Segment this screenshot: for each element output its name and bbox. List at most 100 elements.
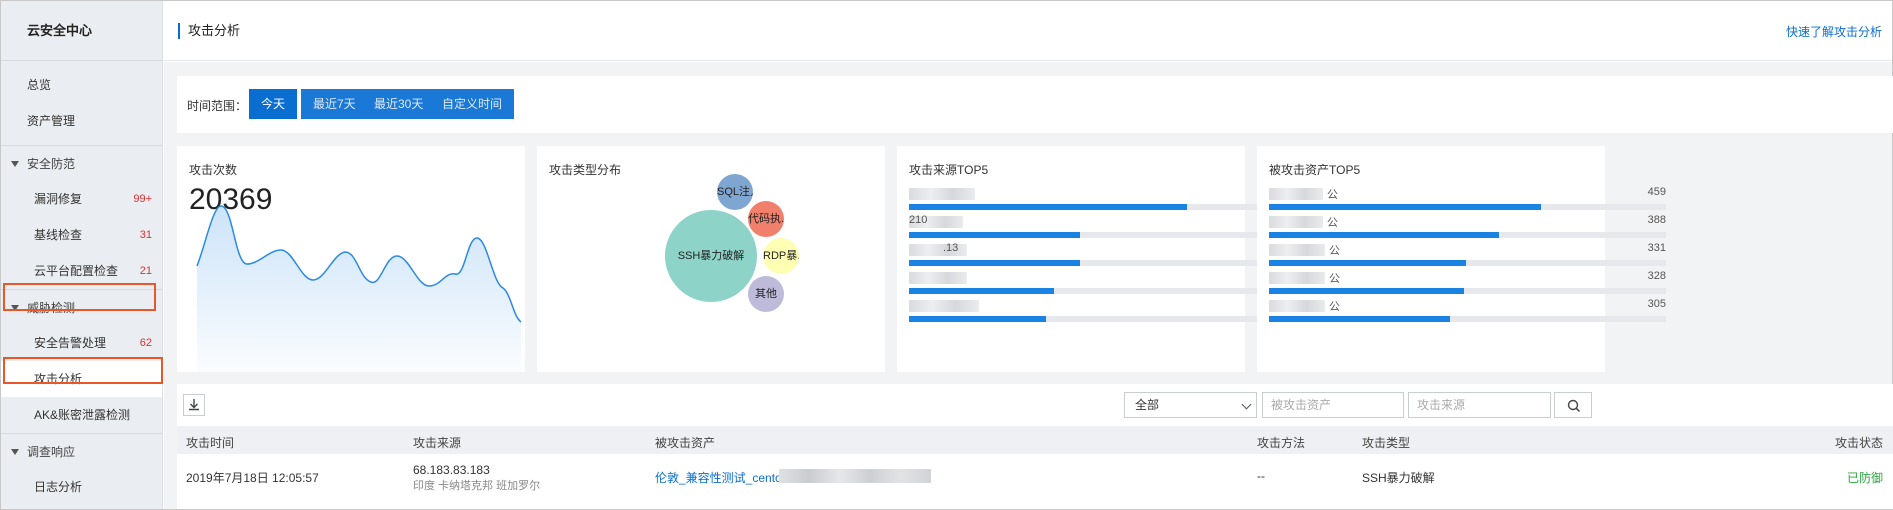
- download-button[interactable]: [183, 394, 205, 416]
- time-option-today[interactable]: 今天: [249, 89, 298, 119]
- row-suffix: 公: [1329, 301, 1340, 313]
- time-range-panel: 时间范围： 今天 最近7天 最近30天 自定义时间: [177, 76, 1893, 133]
- sidebar-group-security-prevention[interactable]: 安全防范: [1, 145, 162, 181]
- bar-track: [1269, 260, 1666, 266]
- top5-row[interactable]: .13218: [909, 242, 1306, 272]
- card-title: 被攻击资产TOP5: [1269, 163, 1361, 177]
- bar-fill: [1269, 232, 1500, 238]
- bar-track: [1269, 316, 1666, 322]
- search-button[interactable]: [1554, 392, 1592, 418]
- attacked-asset-top5-card: 被攻击资产TOP5 公 459 公 388 公 331 公 328 公 305: [1257, 146, 1666, 372]
- sidebar-group-label: 调查响应: [27, 445, 76, 459]
- attack-type-select[interactable]: 全部: [1124, 392, 1257, 418]
- top5-row[interactable]: 362: [909, 186, 1306, 216]
- time-option-7days[interactable]: 最近7天: [301, 89, 368, 119]
- column-header-method: 攻击方法: [1257, 436, 1306, 450]
- bar-fill: [909, 204, 1187, 210]
- column-header-asset: 被攻击资产: [655, 436, 716, 450]
- bar-fill: [1269, 204, 1541, 210]
- sidebar-item-ak-leak-detection[interactable]: AK&账密泄露检测: [1, 397, 162, 433]
- sidebar-item-label: 漏洞修复: [34, 192, 83, 206]
- row-suffix: 公: [1329, 273, 1340, 285]
- bar-track: [909, 260, 1306, 266]
- caret-down-icon: [11, 449, 19, 455]
- sidebar-item-label: 基线检查: [34, 228, 83, 242]
- cell-source-location: 印度 卡纳塔克邦 班加罗尔: [413, 480, 541, 492]
- top5-row[interactable]: 186: [909, 270, 1306, 300]
- sparkline-area: [197, 206, 521, 372]
- cell-status: 已防御: [1846, 471, 1883, 485]
- sidebar-item-asset-management[interactable]: 资产管理: [1, 103, 162, 139]
- cell-time: 2019年7月18日 12:05:57: [186, 471, 319, 485]
- sidebar-item-label: 总览: [27, 78, 52, 92]
- top5-row[interactable]: 公 459: [1269, 186, 1666, 216]
- table-header: 攻击时间 攻击来源 被攻击资产 攻击方法 攻击类型 攻击状态: [177, 426, 1893, 454]
- redacted-label: [1269, 188, 1323, 200]
- bar-fill: [1269, 316, 1450, 322]
- help-link[interactable]: 快速了解攻击分析: [1786, 23, 1882, 40]
- bubble-ssh-bruteforce[interactable]: SSH暴力破解: [665, 210, 757, 302]
- sidebar-item-baseline-check[interactable]: 基线检查 31: [1, 217, 162, 253]
- bubble-sql-injection[interactable]: SQL注入: [717, 174, 753, 210]
- bar-track: [909, 232, 1306, 238]
- redacted-label: [909, 300, 979, 312]
- column-header-type: 攻击类型: [1362, 436, 1411, 450]
- sidebar-item-alert-handling[interactable]: 安全告警处理 62: [1, 325, 162, 361]
- redacted-asset-ip: [779, 469, 931, 483]
- caret-down-icon: [11, 161, 19, 167]
- card-title: 攻击类型分布: [549, 163, 622, 177]
- bar-track: [1269, 232, 1666, 238]
- column-header-status: 攻击状态: [1834, 436, 1883, 450]
- top5-row[interactable]: 公 305: [1269, 298, 1666, 328]
- attack-source-top5-card: 攻击来源TOP5 362210221.13218186177: [897, 146, 1306, 372]
- row-label: 210: [909, 214, 928, 226]
- page-title: 攻击分析: [178, 23, 240, 39]
- sidebar-item-overview[interactable]: 总览: [1, 67, 162, 103]
- top5-row[interactable]: 177: [909, 298, 1306, 328]
- redacted-label: [1269, 244, 1325, 256]
- bubble-rdp[interactable]: RDP暴...: [763, 238, 799, 274]
- sidebar-item-log-analysis[interactable]: 日志分析: [1, 469, 162, 505]
- cell-method: --: [1257, 469, 1265, 483]
- count-badge: 31: [139, 229, 152, 241]
- attack-trend-sparkline: [196, 205, 522, 372]
- time-option-30days[interactable]: 最近30天: [362, 89, 436, 119]
- sidebar-item-vuln-fix[interactable]: 漏洞修复 99+: [1, 181, 162, 217]
- attack-type-card: 攻击类型分布 SSH暴力破解 SQL注入 代码执... RDP暴... 其他: [537, 146, 885, 372]
- attack-count-card: 攻击次数 20369: [177, 146, 525, 372]
- bubble-code-exec[interactable]: 代码执...: [748, 201, 784, 237]
- download-icon: [189, 399, 199, 411]
- main-content: 时间范围： 今天 最近7天 最近30天 自定义时间 攻击次数 20369 攻击类…: [164, 62, 1893, 509]
- bubble-other[interactable]: 其他: [748, 276, 784, 312]
- chevron-down-icon: [1241, 399, 1252, 410]
- card-title: 攻击来源TOP5: [909, 163, 989, 177]
- row-label: .13: [943, 242, 959, 254]
- row-value: 459: [1647, 186, 1666, 198]
- bar-track: [909, 204, 1306, 210]
- bar-track: [909, 316, 1306, 322]
- attack-source-input[interactable]: [1408, 392, 1551, 418]
- row-value: 328: [1647, 270, 1666, 282]
- redacted-label: [909, 188, 975, 200]
- cell-type: SSH暴力破解: [1362, 471, 1435, 485]
- page-header: 攻击分析 快速了解攻击分析: [164, 1, 1892, 61]
- bar-fill: [909, 288, 1054, 294]
- column-header-source: 攻击来源: [413, 436, 462, 450]
- top5-row[interactable]: 公 328: [1269, 270, 1666, 300]
- top5-row[interactable]: 公 331: [1269, 242, 1666, 272]
- highlight-box-attack-analysis: [3, 357, 163, 384]
- time-option-custom[interactable]: 自定义时间: [430, 89, 515, 119]
- redacted-label: [1269, 300, 1325, 312]
- row-value: 305: [1647, 298, 1666, 310]
- brand-title: 云安全中心: [1, 1, 162, 61]
- attacked-asset-input[interactable]: [1262, 392, 1404, 418]
- top5-row[interactable]: 210221: [909, 214, 1306, 244]
- redacted-label: [909, 272, 967, 284]
- sidebar-item-label: 云平台配置检查: [34, 264, 119, 278]
- sidebar-item-label: 安全告警处理: [34, 336, 107, 350]
- redacted-label: [909, 244, 967, 256]
- sidebar-item-label: AK&账密泄露检测: [34, 408, 131, 422]
- sidebar-group-investigation[interactable]: 调查响应: [1, 433, 162, 469]
- count-badge: 99+: [133, 193, 152, 205]
- top5-row[interactable]: 公 388: [1269, 214, 1666, 244]
